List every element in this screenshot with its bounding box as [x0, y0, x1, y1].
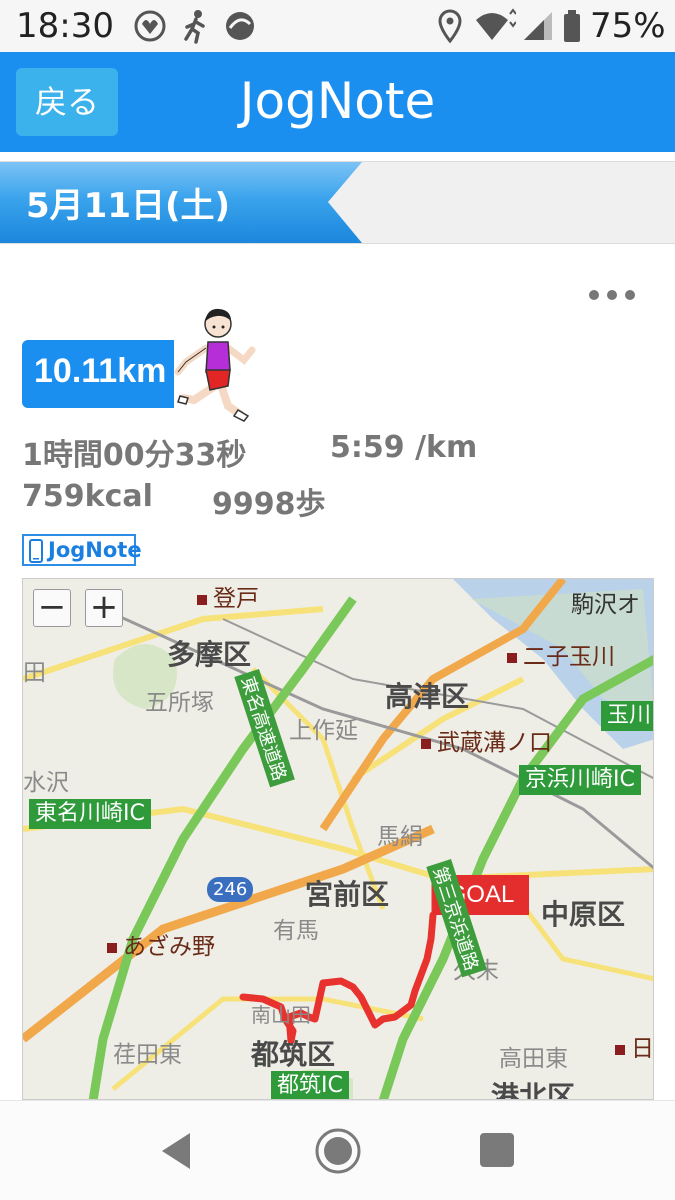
battery-icon	[564, 10, 580, 42]
sync-icon	[226, 12, 254, 40]
map-label-kamisakunobe: 上作延	[289, 718, 358, 744]
zoom-out-button[interactable]: −	[33, 589, 71, 627]
route-map[interactable]: − + 登戸 駒沢オ 多摩区 二子玉川 田 高津区 五所塚 玉川 上作延 武蔵溝…	[22, 578, 654, 1100]
map-label-mizusawa: 水沢	[23, 770, 69, 796]
wifi-icon	[476, 8, 516, 40]
battery-percent: 75%	[590, 6, 666, 46]
back-triangle-icon[interactable]	[158, 1131, 194, 1171]
home-circle-icon[interactable]	[314, 1127, 362, 1175]
zoom-in-button[interactable]: +	[85, 589, 123, 627]
map-label-tsuzuki: 都筑区	[251, 1038, 336, 1071]
map-label-gosho: 五所塚	[145, 690, 214, 716]
status-time: 18:30	[16, 6, 114, 46]
map-label-sanedahigashi: 荏田東	[113, 1042, 182, 1068]
phone-icon	[29, 539, 43, 563]
map-label-kohoku: 港北区	[491, 1080, 576, 1100]
system-nav-bar	[0, 1100, 675, 1200]
app-title: JogNote	[239, 72, 436, 130]
distance-badge: 10.11km	[22, 340, 174, 408]
map-label-arima: 有馬	[273, 918, 319, 944]
pace-value: 5:59 /km	[330, 430, 478, 465]
map-label-nakahara: 中原区	[541, 898, 626, 931]
runner-status-icon	[184, 10, 205, 44]
date-label: 5月11日(土)	[26, 186, 231, 226]
location-icon	[438, 9, 462, 44]
more-options-icon[interactable]	[584, 280, 640, 310]
map-label-keihin-kawasaki-ic: 京浜川崎IC	[519, 765, 641, 795]
map-label-takatahigashi: 高田東	[499, 1046, 568, 1072]
map-label-mabeki: 馬絹	[377, 824, 423, 850]
map-label-azamino: あざみ野	[107, 927, 215, 961]
map-label-ta: 田	[23, 660, 46, 686]
map-label-komazawa: 駒沢オ	[571, 592, 640, 618]
map-label-musashimizonokuchi: 武蔵溝ノ口	[421, 723, 552, 757]
duration-value: 1時間00分33秒	[22, 438, 247, 473]
map-label-tama: 多摩区	[167, 638, 252, 671]
heart-rate-icon	[134, 10, 166, 42]
date-strip: 5月11日(土)	[0, 161, 675, 244]
map-label-higashi: 日	[615, 1029, 653, 1063]
map-label-miyamae: 宮前区	[305, 878, 390, 911]
calories-value: 759kcal	[22, 479, 153, 514]
jognote-logo[interactable]: JogNote	[22, 534, 142, 566]
distance-value: 10.11km	[34, 352, 167, 390]
map-label-tame: 玉川	[601, 701, 653, 731]
app-header: 戻る JogNote	[0, 52, 675, 152]
map-label-takatsu: 高津区	[385, 680, 470, 713]
map-label-route246: 246	[207, 877, 254, 902]
status-bar: 18:30 75%	[0, 0, 675, 52]
steps-value: 9998歩	[212, 487, 326, 522]
jognote-logo-text: JogNote	[48, 538, 142, 562]
recents-square-icon[interactable]	[480, 1133, 514, 1167]
map-label-noborito: 登戸	[197, 579, 259, 613]
runner-icon	[174, 308, 256, 422]
map-label-futakotamagawa: 二子玉川	[507, 637, 615, 671]
signal-icon	[524, 12, 552, 40]
map-label-tsuzuki-ic: 都筑IC	[271, 1071, 349, 1099]
map-label-minamiyamada: 南山田	[251, 1003, 311, 1027]
map-label-tomei-kawasaki-ic: 東名川崎IC	[29, 799, 151, 829]
